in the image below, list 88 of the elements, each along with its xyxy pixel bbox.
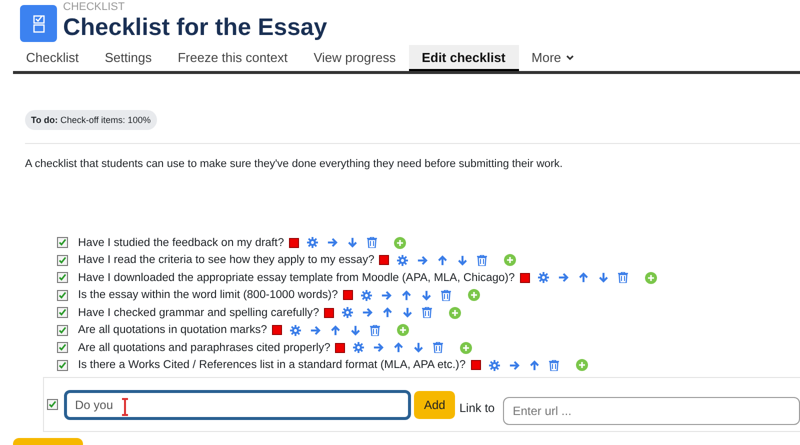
checkbox[interactable] bbox=[57, 360, 68, 371]
text-cursor-icon bbox=[120, 398, 130, 416]
delete-icon[interactable] bbox=[548, 360, 559, 371]
color-swatch-icon[interactable] bbox=[324, 308, 334, 318]
checkbox[interactable] bbox=[57, 254, 68, 266]
color-swatch-icon[interactable] bbox=[470, 360, 481, 370]
right-arrow-icon[interactable] bbox=[508, 360, 520, 371]
settings-icon[interactable] bbox=[397, 254, 408, 266]
settings-icon[interactable] bbox=[488, 360, 500, 371]
add-icon[interactable] bbox=[449, 306, 462, 319]
right-arrow-icon[interactable] bbox=[380, 290, 392, 301]
delete-icon[interactable] bbox=[433, 342, 444, 354]
item-text: Are all quotations in quotation marks? bbox=[78, 324, 268, 336]
checklist-icon bbox=[20, 5, 57, 42]
color-swatch-icon[interactable] bbox=[520, 272, 530, 283]
delete-icon[interactable] bbox=[618, 272, 628, 284]
add-icon[interactable] bbox=[504, 254, 516, 266]
down-arrow-icon[interactable] bbox=[402, 307, 414, 318]
color-swatch-icon[interactable] bbox=[288, 238, 299, 248]
down-arrow-icon[interactable] bbox=[598, 272, 609, 284]
description: A checklist that students can use to make sure they've done everything they need before submitting their work. bbox=[25, 158, 564, 170]
chevron-down-icon[interactable] bbox=[566, 55, 574, 61]
up-arrow-icon[interactable] bbox=[437, 254, 448, 266]
color-swatch-icon[interactable] bbox=[335, 342, 346, 353]
settings-icon[interactable] bbox=[360, 290, 372, 301]
add-icon[interactable] bbox=[460, 342, 472, 354]
tab[interactable]: More bbox=[518, 45, 588, 71]
item-text: Is there a Works Cited / References list in a standard format (MLA, APA etc.)? bbox=[78, 359, 466, 372]
delete-icon[interactable] bbox=[366, 237, 377, 248]
up-arrow-icon[interactable] bbox=[330, 324, 342, 336]
delete-icon[interactable] bbox=[477, 254, 488, 266]
page-eyebrow: CHECKLIST bbox=[63, 1, 126, 13]
right-arrow-icon[interactable] bbox=[558, 272, 569, 284]
tab[interactable]: Freeze this context bbox=[164, 45, 301, 71]
tab[interactable]: Checklist bbox=[13, 45, 92, 71]
checkbox[interactable] bbox=[57, 237, 68, 248]
down-arrow-icon[interactable] bbox=[457, 254, 468, 266]
up-arrow-icon[interactable] bbox=[528, 360, 540, 371]
right-arrow-icon[interactable] bbox=[417, 254, 428, 266]
settings-icon[interactable] bbox=[353, 342, 364, 354]
tab[interactable]: Edit checklist bbox=[408, 45, 519, 71]
settings-icon[interactable] bbox=[290, 324, 302, 336]
checkbox[interactable] bbox=[57, 324, 68, 336]
checkbox[interactable] bbox=[57, 342, 68, 354]
item-text: Have I downloaded the appropriate essay template from Moodle (APA, MLA, Chicago)? bbox=[78, 272, 515, 284]
delete-icon[interactable] bbox=[422, 307, 432, 318]
down-arrow-icon[interactable] bbox=[350, 324, 362, 336]
color-swatch-icon[interactable] bbox=[272, 325, 282, 336]
item-text: Is the essay within the word limit (800-1000 words)? bbox=[78, 289, 338, 302]
checkbox[interactable] bbox=[57, 272, 68, 284]
checkbox[interactable] bbox=[57, 290, 68, 301]
item-text: Are all quotations and paraphrases cited properly? bbox=[78, 342, 330, 354]
right-arrow-icon[interactable] bbox=[362, 307, 374, 318]
down-arrow-icon[interactable] bbox=[346, 237, 358, 248]
item-text: Have I checked grammar and spelling carefully? bbox=[78, 306, 320, 319]
color-swatch-icon[interactable] bbox=[379, 255, 390, 266]
add-icon[interactable] bbox=[394, 236, 406, 249]
tab[interactable]: View progress bbox=[300, 45, 409, 71]
down-arrow-icon[interactable] bbox=[420, 290, 432, 301]
checkbox[interactable] bbox=[47, 399, 58, 410]
up-arrow-icon[interactable] bbox=[400, 290, 412, 301]
item-text: Have I read the criteria to see how they apply to my essay? bbox=[78, 254, 374, 266]
up-arrow-icon[interactable] bbox=[578, 272, 589, 284]
right-arrow-icon[interactable] bbox=[310, 324, 322, 336]
add-icon[interactable] bbox=[397, 324, 410, 336]
item-input-field[interactable]: Do you bbox=[64, 390, 411, 420]
delete-icon[interactable] bbox=[370, 324, 380, 336]
status-badge: To do: Check-off items: 100% bbox=[25, 110, 157, 130]
settings-icon[interactable] bbox=[306, 237, 318, 248]
settings-icon[interactable] bbox=[538, 272, 549, 284]
link-label: Link to bbox=[459, 400, 495, 414]
tab[interactable]: Settings bbox=[92, 45, 165, 71]
item-text: Have I studied the feedback on my draft? bbox=[78, 236, 284, 249]
add-button[interactable]: Add bbox=[414, 390, 456, 418]
url-input-field[interactable]: Enter url ... bbox=[502, 396, 800, 424]
page-title: Checklist for the Essay bbox=[63, 13, 328, 42]
up-arrow-icon[interactable] bbox=[382, 307, 394, 318]
checkbox[interactable] bbox=[57, 307, 68, 318]
add-icon[interactable] bbox=[644, 272, 657, 284]
add-icon[interactable] bbox=[468, 289, 480, 302]
right-arrow-icon[interactable] bbox=[326, 237, 338, 248]
color-swatch-icon[interactable] bbox=[342, 290, 353, 300]
down-arrow-icon[interactable] bbox=[413, 342, 424, 354]
add-icon[interactable] bbox=[576, 359, 588, 372]
delete-icon[interactable] bbox=[440, 290, 451, 301]
up-arrow-icon[interactable] bbox=[393, 342, 404, 354]
right-arrow-icon[interactable] bbox=[373, 342, 384, 354]
settings-icon[interactable] bbox=[342, 307, 354, 318]
